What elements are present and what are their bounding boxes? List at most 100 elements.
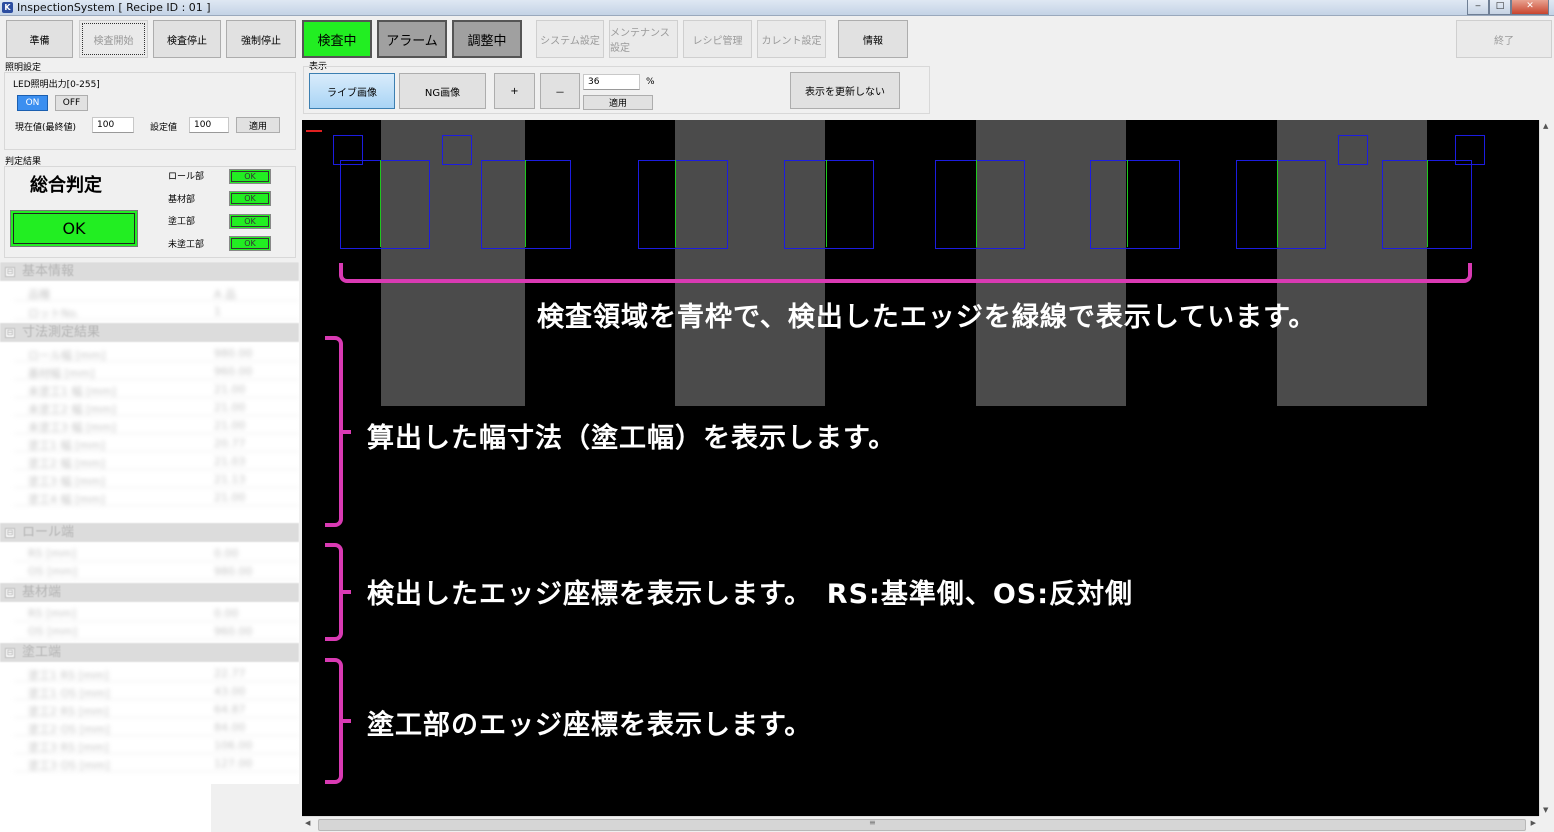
judge-result-base: OK	[229, 191, 271, 206]
tree-row[interactable]: 塗工1 幅 [mm] 20.77	[14, 434, 299, 452]
current-settings-button[interactable]: カレント設定	[757, 20, 826, 58]
tree-value: 22.77	[214, 667, 246, 680]
maximize-button[interactable]: □	[1489, 0, 1511, 15]
tree-row[interactable]: 未塗工1 幅 [mm] 21.00	[14, 380, 299, 398]
scroll-up-icon[interactable]: ▲	[1543, 122, 1548, 130]
stop-inspection-button[interactable]: 検査停止	[153, 20, 221, 58]
maintenance-settings-button[interactable]: メンテナンス設定	[609, 20, 678, 58]
collapse-icon[interactable]: ⊟	[5, 648, 15, 658]
led-off-button[interactable]: OFF	[55, 95, 88, 111]
scroll-down-icon[interactable]: ▼	[1543, 806, 1548, 814]
lighting-apply-button[interactable]: 適用	[236, 117, 280, 133]
edge-line	[1127, 160, 1128, 247]
inspecting-indicator: 検査中	[302, 20, 372, 58]
tree-row[interactable]: OS [mm] 960.00	[14, 622, 299, 640]
led-output-label: LED照明出力[0-255]	[13, 80, 100, 90]
tree-row[interactable]: 塗工2 OS [mm] 84.00	[14, 718, 299, 736]
tree-category-base-edge[interactable]: ⊟ 基材端	[0, 583, 299, 602]
collapse-icon[interactable]: ⊟	[5, 267, 15, 277]
tree-key: 塗工1 幅 [mm]	[28, 439, 106, 452]
tree-key: 塗工2 幅 [mm]	[28, 457, 106, 470]
tree-row[interactable]: RS [mm] 0.00	[14, 544, 299, 562]
roi-frame-small	[442, 135, 472, 165]
scroll-left-icon[interactable]: ◀	[305, 819, 310, 827]
recipe-management-button[interactable]: レシピ管理	[683, 20, 752, 58]
tree-row[interactable]: 塗工4 幅 [mm] 21.00	[14, 488, 299, 506]
tree-category-coat-edge[interactable]: ⊟ 塗工端	[0, 643, 299, 662]
tree-row[interactable]: 基材幅 [mm] 960.00	[14, 362, 299, 380]
camera-image-viewer[interactable]: 検査領域を青枠で、検出したエッジを緑線で表示しています。 算出した幅寸法（塗工幅…	[302, 120, 1539, 816]
tree-row[interactable]: 未塗工3 幅 [mm] 21.00	[14, 416, 299, 434]
vertical-scrollbar[interactable]: ▲ ▼	[1539, 120, 1554, 816]
brace-edge	[325, 543, 351, 641]
tree-row[interactable]: 未塗工2 幅 [mm] 21.00	[14, 398, 299, 416]
live-image-button[interactable]: ライブ画像	[309, 73, 395, 109]
tree-key: 塗工2 OS [mm]	[28, 723, 110, 736]
tree-key: 塗工3 RS [mm]	[28, 741, 109, 754]
tree-row[interactable]: 塗工2 RS [mm] 64.87	[14, 700, 299, 718]
horizontal-scrollbar[interactable]: ◀ ≡ ▶	[302, 816, 1539, 832]
ng-image-button[interactable]: NG画像	[399, 73, 486, 109]
collapse-icon[interactable]: ⊟	[5, 328, 15, 338]
exit-button[interactable]: 終了	[1456, 20, 1552, 58]
judge-label-coat: 塗工部	[168, 217, 196, 227]
info-button[interactable]: 情報	[838, 20, 908, 58]
tree-row[interactable]: 塗工1 RS [mm] 22.77	[14, 664, 299, 682]
tree-category-label: 基本情報	[22, 264, 75, 279]
start-inspection-button[interactable]: 検査開始	[79, 20, 148, 58]
tree-category-roll-edge[interactable]: ⊟ ロール端	[0, 523, 299, 542]
tree-category-basic[interactable]: ⊟ 基本情報	[0, 262, 299, 281]
system-settings-button[interactable]: システム設定	[536, 20, 604, 58]
tree-value: 20.77	[214, 437, 246, 450]
result-tree[interactable]: ⊟ 基本情報 品種 A 品 ロットNo. 1 ⊟ 寸法測定結果 ロール幅 [mm] 980…	[0, 262, 299, 784]
brace-width	[325, 336, 351, 527]
tree-row[interactable]: OS [mm] 980.00	[14, 562, 299, 580]
tree-category-label: 塗工端	[22, 645, 62, 660]
zoom-in-button[interactable]: +	[494, 73, 535, 109]
zoom-apply-button[interactable]: 適用	[583, 95, 653, 110]
tree-row[interactable]: RS [mm] 0.00	[14, 604, 299, 622]
led-on-button[interactable]: ON	[17, 95, 48, 111]
tree-row[interactable]: ロール幅 [mm] 980.00	[14, 344, 299, 362]
tree-row[interactable]: 塗工3 OS [mm] 127.00	[14, 754, 299, 772]
tree-footer	[0, 784, 211, 832]
tree-value: 106.00	[214, 739, 253, 752]
tree-key: 基材幅 [mm]	[28, 367, 95, 380]
tree-row[interactable]: 塗工1 OS [mm] 43.00	[14, 682, 299, 700]
horizontal-scroll-thumb[interactable]: ≡	[318, 818, 1526, 831]
tree-key: RS [mm]	[28, 607, 77, 620]
no-refresh-button[interactable]: 表示を更新しない	[790, 72, 900, 109]
tree-value: 960.00	[214, 365, 253, 378]
tree-row[interactable]: 塗工2 幅 [mm] 21.03	[14, 452, 299, 470]
roi-frame	[784, 160, 874, 249]
scroll-right-icon[interactable]: ▶	[1531, 819, 1536, 827]
prepare-button[interactable]: 準備	[6, 20, 73, 58]
tree-value: 84.00	[214, 721, 246, 734]
zoom-out-button[interactable]: －	[540, 73, 580, 109]
tree-value: 21.00	[214, 419, 246, 432]
tree-key: OS [mm]	[28, 565, 78, 578]
collapse-icon[interactable]: ⊟	[5, 588, 15, 598]
tree-row[interactable]: 塗工3 幅 [mm] 21.13	[14, 470, 299, 488]
setting-value-input[interactable]: 100	[189, 117, 229, 133]
tree-row[interactable]: 品種 A 品	[14, 283, 299, 301]
roi-frame	[481, 160, 571, 249]
tree-key: ロール幅 [mm]	[28, 349, 106, 362]
tree-value: 127.00	[214, 757, 253, 770]
tree-category-dimensions[interactable]: ⊟ 寸法測定結果	[0, 323, 299, 342]
tree-category-label: ロール端	[22, 525, 75, 540]
tree-value: 21.13	[214, 473, 246, 486]
roi-frame	[340, 160, 430, 249]
minimize-button[interactable]: ‒	[1467, 0, 1489, 15]
tree-row[interactable]: ロットNo. 1	[14, 302, 299, 320]
tree-category-label: 基材端	[22, 585, 62, 600]
zoom-unit: %	[646, 77, 655, 87]
tree-key: 塗工1 OS [mm]	[28, 687, 110, 700]
judge-result-uncoated: OK	[229, 236, 271, 251]
collapse-icon[interactable]: ⊟	[5, 528, 15, 538]
zoom-input[interactable]: 36	[583, 74, 640, 90]
force-stop-button[interactable]: 強制停止	[226, 20, 296, 58]
edge-line	[826, 160, 827, 247]
tree-row[interactable]: 塗工3 RS [mm] 106.00	[14, 736, 299, 754]
close-button[interactable]: ✕	[1511, 0, 1549, 15]
